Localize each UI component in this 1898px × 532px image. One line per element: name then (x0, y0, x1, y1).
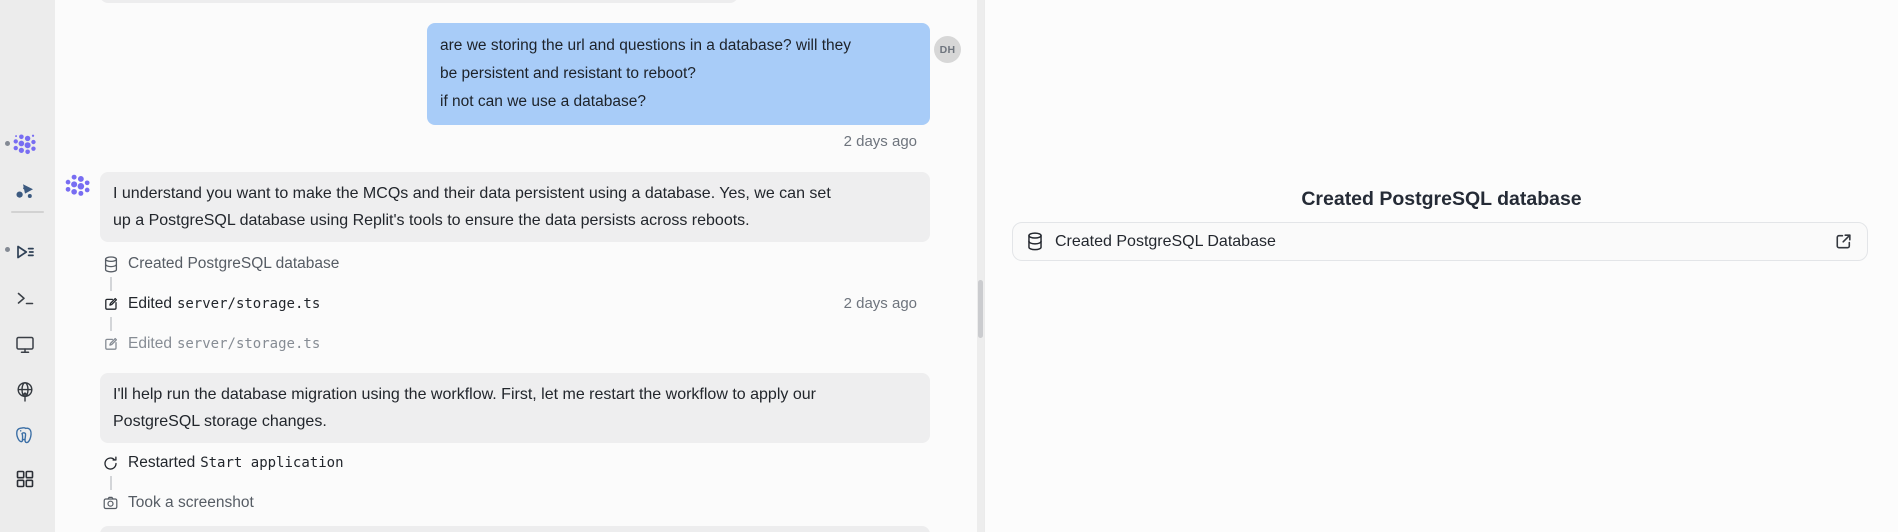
edit-icon (102, 337, 119, 351)
action-label: Edited server/storage.ts (128, 335, 320, 353)
workflows-notification-dot (5, 247, 10, 252)
action-row-restarted-workflow[interactable]: Restarted Start application (102, 453, 344, 473)
detail-panel: Created PostgreSQL database Created Post… (984, 0, 1898, 532)
agent-message-2: I'll help run the database migration usi… (100, 373, 930, 443)
agent-message-line: I understand you want to make the MCQs a… (113, 180, 917, 207)
sidebar-item-shell[interactable] (12, 285, 37, 310)
action-row-created-database[interactable]: Created PostgreSQL database (102, 254, 339, 274)
assistant-graph-icon (14, 180, 36, 202)
action-connector (110, 476, 112, 490)
action-label: Took a screenshot (128, 494, 254, 512)
postgresql-elephant-icon (14, 425, 36, 447)
action-label: Created PostgreSQL database (128, 255, 339, 273)
action-prefix: Edited (128, 295, 172, 312)
action-row-edited-file[interactable]: Edited server/storage.ts (102, 334, 320, 354)
card-label: Created PostgreSQL Database (1055, 233, 1276, 251)
agent-notification-dot (5, 141, 10, 146)
agent-dots-icon (12, 132, 37, 157)
message-timestamp: 2 days ago (844, 133, 917, 150)
agent-avatar-dots-icon (64, 172, 91, 199)
agent-message-1: I understand you want to make the MCQs a… (100, 172, 930, 242)
action-label: Restarted Start application (128, 454, 344, 472)
chat-scrollbar-track[interactable] (977, 0, 984, 532)
sidebar-item-preview[interactable] (12, 331, 37, 356)
sidebar (0, 0, 55, 532)
sidebar-item-agent[interactable] (12, 132, 37, 157)
agent-message-line: up a PostgreSQL database using Replit's … (113, 207, 917, 234)
action-file-path: server/storage.ts (177, 296, 320, 312)
agent-message-line: I'll help run the database migration usi… (113, 381, 917, 408)
user-avatar: DH (934, 36, 961, 63)
action-label: Edited server/storage.ts (128, 295, 320, 313)
action-timestamp: 2 days ago (844, 295, 917, 312)
panel-title: Created PostgreSQL database (985, 188, 1898, 211)
app-window: are we storing the url and questions in … (0, 0, 1898, 532)
shell-icon (14, 287, 36, 309)
sidebar-item-tools[interactable] (12, 466, 37, 491)
user-message-line: if not can we use a database? (440, 88, 917, 116)
globe-up-arrow-icon (14, 380, 36, 402)
action-workflow-name: Start application (200, 455, 343, 471)
sidebar-item-workflows[interactable] (12, 239, 37, 264)
open-in-new-icon[interactable] (1834, 232, 1853, 251)
sidebar-item-assistant[interactable] (12, 178, 37, 203)
created-database-card[interactable]: Created PostgreSQL Database (1012, 222, 1868, 261)
next-message-fragment (100, 526, 930, 532)
action-prefix: Restarted (128, 454, 195, 471)
action-row-edited-file[interactable]: Edited server/storage.ts (102, 294, 320, 314)
agent-message-line: PostgreSQL storage changes. (113, 408, 917, 435)
action-connector (110, 317, 112, 331)
camera-icon (102, 496, 119, 510)
edit-icon (102, 297, 119, 311)
user-message-bubble: are we storing the url and questions in … (427, 23, 930, 125)
sidebar-divider (11, 211, 44, 213)
action-file-path: server/storage.ts (177, 336, 320, 352)
database-icon (1027, 232, 1043, 251)
database-icon (102, 256, 119, 273)
sidebar-item-postgresql[interactable] (12, 423, 37, 448)
grid-icon (14, 468, 36, 490)
refresh-icon (102, 456, 119, 471)
action-prefix: Edited (128, 335, 172, 352)
user-message-line: are we storing the url and questions in … (440, 32, 917, 60)
chat-scrollbar-thumb[interactable] (978, 280, 983, 338)
user-message-line: be persistent and resistant to reboot? (440, 60, 917, 88)
action-connector (110, 277, 112, 291)
workflows-playlist-icon (14, 241, 36, 263)
monitor-icon (14, 333, 36, 355)
action-row-took-screenshot[interactable]: Took a screenshot (102, 493, 254, 513)
sidebar-item-deployments[interactable] (12, 378, 37, 403)
previous-message-fragment (100, 0, 738, 3)
